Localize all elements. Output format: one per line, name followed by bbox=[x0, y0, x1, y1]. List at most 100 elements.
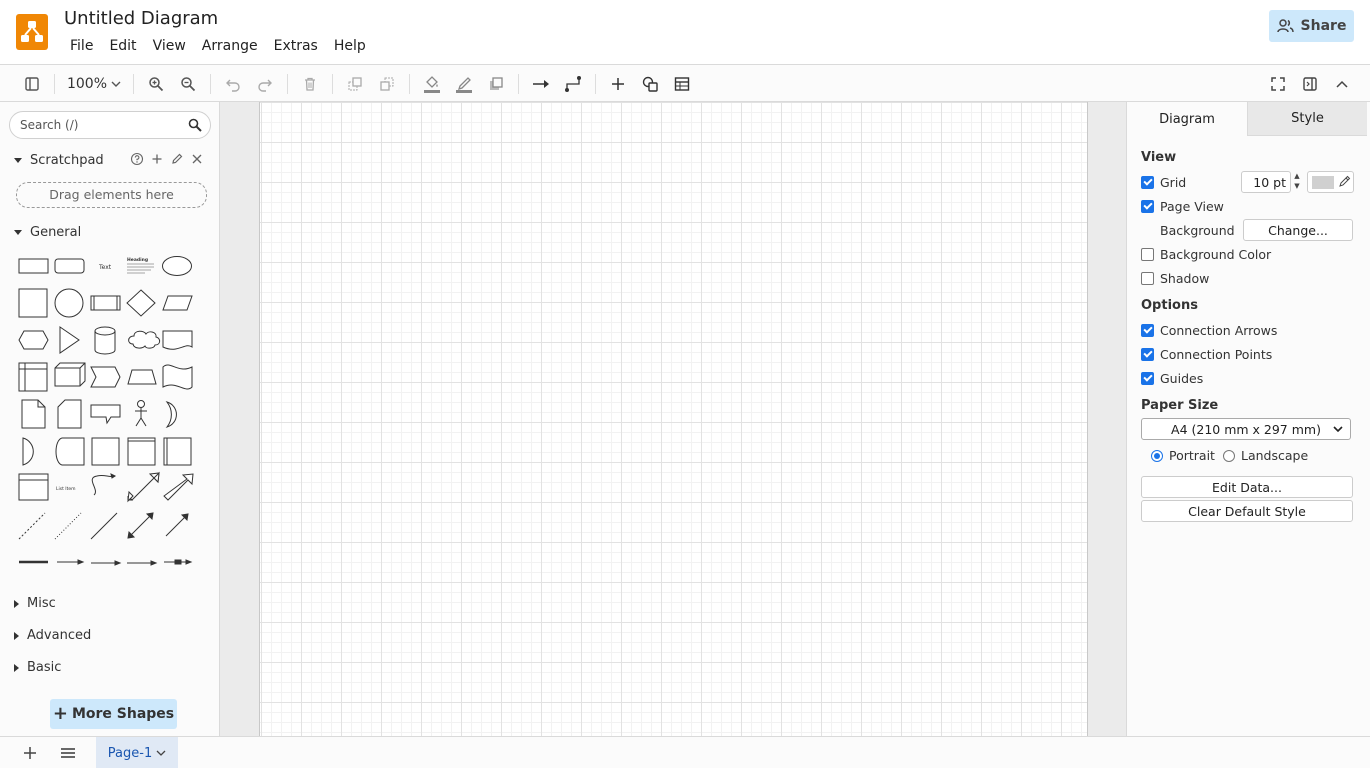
line-color-icon[interactable] bbox=[454, 72, 474, 96]
background-color-checkbox[interactable] bbox=[1141, 248, 1154, 261]
change-background-button[interactable]: Change... bbox=[1243, 219, 1353, 241]
diagram-page[interactable] bbox=[259, 102, 1088, 736]
background-color-option[interactable]: Background Color bbox=[1141, 247, 1271, 262]
add-icon[interactable] bbox=[150, 152, 164, 166]
to-front-icon[interactable] bbox=[345, 72, 365, 96]
more-shapes-button[interactable]: + More Shapes bbox=[50, 699, 177, 729]
document-shape bbox=[162, 330, 193, 350]
edit-data-button[interactable]: Edit Data... bbox=[1141, 476, 1353, 498]
zoom-in-icon[interactable] bbox=[146, 72, 166, 96]
tab-diagram[interactable]: Diagram bbox=[1127, 102, 1247, 136]
zoom-dropdown[interactable]: 100% bbox=[66, 72, 122, 96]
grid-color-button[interactable] bbox=[1307, 171, 1354, 193]
page-view-label: Page View bbox=[1160, 199, 1224, 214]
basic-section[interactable]: Basic bbox=[14, 660, 61, 675]
menu-edit[interactable]: Edit bbox=[101, 38, 144, 54]
portrait-option[interactable]: Portrait bbox=[1151, 448, 1215, 463]
zoom-out-icon[interactable] bbox=[178, 72, 198, 96]
tab-style[interactable]: Style bbox=[1247, 102, 1367, 136]
scratchpad-dropzone[interactable]: Drag elements here bbox=[16, 182, 207, 208]
fullscreen-icon[interactable] bbox=[1268, 72, 1288, 96]
canvas-area[interactable] bbox=[220, 102, 1126, 736]
undo-icon[interactable] bbox=[223, 72, 243, 96]
misc-section[interactable]: Misc bbox=[14, 596, 56, 611]
redo-icon[interactable] bbox=[255, 72, 275, 96]
to-back-icon[interactable] bbox=[377, 72, 397, 96]
menu-extras[interactable]: Extras bbox=[266, 38, 326, 54]
list-item-shape: List Item bbox=[56, 486, 76, 492]
landscape-option[interactable]: Landscape bbox=[1223, 448, 1308, 463]
shapes-icon[interactable] bbox=[640, 72, 660, 96]
help-icon[interactable] bbox=[130, 152, 144, 166]
close-icon[interactable] bbox=[190, 152, 204, 166]
menu-file[interactable]: File bbox=[62, 38, 101, 54]
grid-checkbox[interactable] bbox=[1141, 176, 1154, 189]
shadow-icon[interactable] bbox=[486, 72, 506, 96]
add-page-icon[interactable] bbox=[23, 746, 37, 760]
fill-color-icon[interactable] bbox=[422, 72, 442, 96]
toolbar-divider bbox=[518, 74, 519, 94]
connection-arrows-checkbox[interactable] bbox=[1141, 324, 1154, 337]
menu-help[interactable]: Help bbox=[326, 38, 374, 54]
menu-arrange[interactable]: Arrange bbox=[194, 38, 266, 54]
page-view-checkbox[interactable] bbox=[1141, 200, 1154, 213]
tape-shape bbox=[162, 364, 193, 390]
clear-default-style-button[interactable]: Clear Default Style bbox=[1141, 500, 1353, 522]
actor-shape bbox=[137, 400, 145, 408]
container-shape bbox=[91, 437, 120, 466]
toolbar-divider bbox=[595, 74, 596, 94]
insert-icon[interactable] bbox=[608, 72, 628, 96]
edit-icon[interactable] bbox=[170, 152, 184, 166]
page-tab[interactable]: Page-1 bbox=[96, 737, 178, 768]
shadow-checkbox[interactable] bbox=[1141, 272, 1154, 285]
shadow-option[interactable]: Shadow bbox=[1141, 271, 1209, 286]
app-logo[interactable] bbox=[16, 14, 48, 50]
view-heading: View bbox=[1141, 150, 1177, 165]
chevron-down-icon bbox=[14, 230, 22, 235]
format-panel-icon[interactable] bbox=[1300, 72, 1320, 96]
general-shapes-palette: Text Heading List Item bbox=[18, 256, 194, 566]
collapse-icon[interactable] bbox=[1332, 72, 1352, 96]
grid-size-stepper[interactable]: ▲ ▼ bbox=[1292, 171, 1302, 193]
search-input[interactable]: Search (/) bbox=[9, 111, 211, 139]
text-shape: Text bbox=[98, 264, 112, 271]
page-view-option[interactable]: Page View bbox=[1141, 199, 1224, 214]
grid-color-swatch bbox=[1312, 176, 1334, 189]
list-shape bbox=[18, 473, 49, 501]
search-icon[interactable] bbox=[188, 118, 202, 132]
connection-arrows-option[interactable]: Connection Arrows bbox=[1141, 323, 1277, 338]
connection-icon[interactable] bbox=[530, 72, 552, 96]
grid-size-input[interactable]: 10 pt bbox=[1241, 171, 1291, 193]
advanced-section[interactable]: Advanced bbox=[14, 628, 91, 643]
delete-icon[interactable] bbox=[300, 72, 320, 96]
background-label: Background bbox=[1160, 223, 1235, 238]
waypoints-icon[interactable] bbox=[563, 72, 583, 96]
guides-checkbox[interactable] bbox=[1141, 372, 1154, 385]
chevron-right-icon bbox=[14, 631, 19, 640]
drawio-logo-icon bbox=[21, 21, 43, 42]
connection-points-option[interactable]: Connection Points bbox=[1141, 347, 1272, 362]
footer-bar: Page-1 bbox=[0, 736, 1370, 768]
landscape-radio[interactable] bbox=[1223, 449, 1235, 462]
portrait-radio[interactable] bbox=[1151, 449, 1163, 462]
menu-view[interactable]: View bbox=[145, 38, 194, 54]
table-icon[interactable] bbox=[672, 72, 692, 96]
directional-connector bbox=[165, 516, 186, 537]
paper-size-heading: Paper Size bbox=[1141, 398, 1219, 413]
guides-option[interactable]: Guides bbox=[1141, 371, 1203, 386]
toolbar: 100% bbox=[0, 64, 1370, 102]
toolbar-divider bbox=[210, 74, 211, 94]
share-button[interactable]: Share bbox=[1269, 10, 1354, 42]
misc-label: Misc bbox=[27, 596, 56, 611]
sidebar-toggle-icon[interactable] bbox=[22, 72, 42, 96]
pages-menu-icon[interactable] bbox=[60, 746, 76, 760]
grid-option[interactable]: Grid bbox=[1141, 175, 1186, 190]
search-placeholder: Search (/) bbox=[20, 118, 79, 132]
paper-size-select[interactable]: A4 (210 mm x 297 mm) bbox=[1141, 418, 1351, 440]
rounded-rectangle-shape bbox=[54, 258, 85, 274]
general-header[interactable]: General bbox=[14, 225, 81, 240]
diagram-title[interactable]: Untitled Diagram bbox=[64, 8, 218, 29]
scratchpad-header[interactable]: Scratchpad bbox=[14, 153, 104, 168]
background-color-label: Background Color bbox=[1160, 247, 1272, 262]
connection-points-checkbox[interactable] bbox=[1141, 348, 1154, 361]
